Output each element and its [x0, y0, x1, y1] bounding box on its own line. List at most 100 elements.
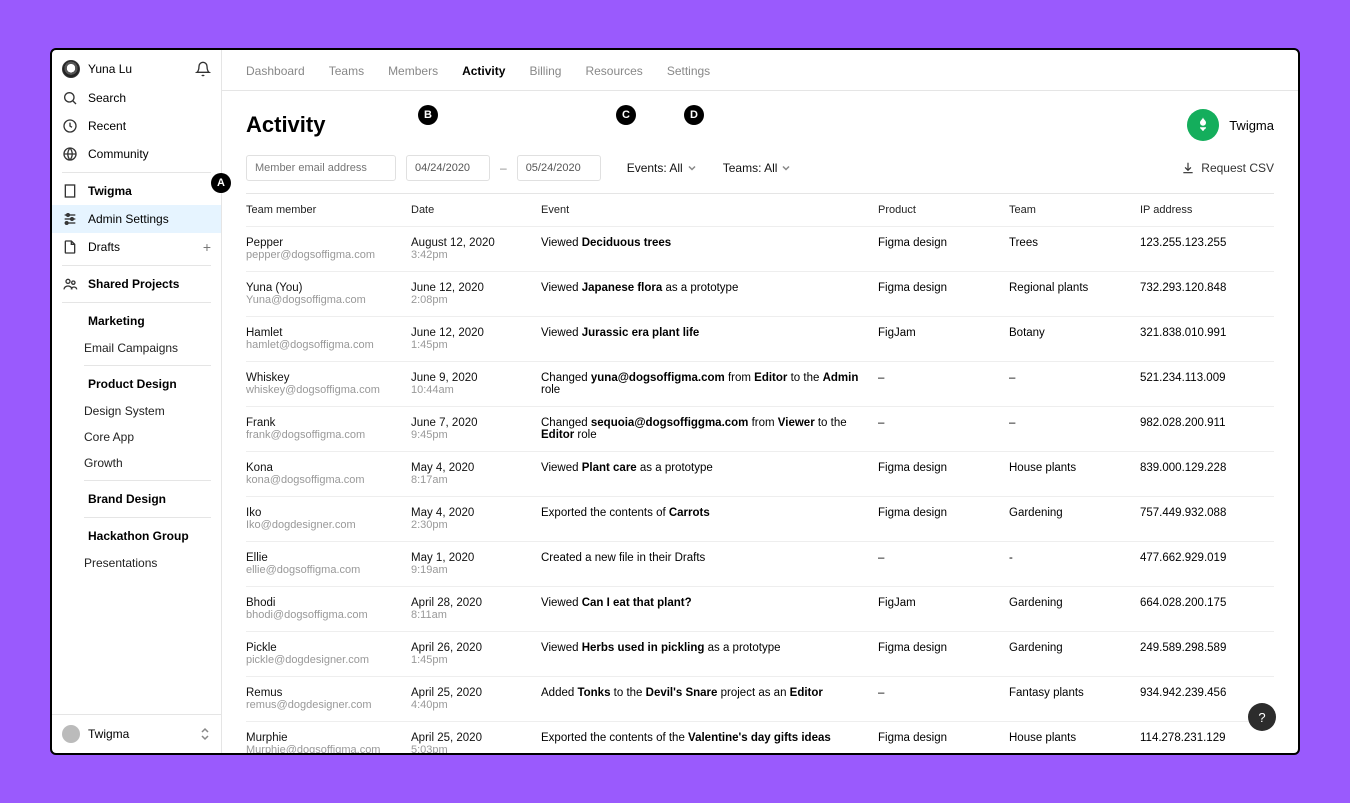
team-label: Product Design: [88, 377, 177, 391]
row-time: 10:44am: [411, 384, 541, 396]
tab-activity[interactable]: Activity: [462, 64, 505, 78]
row-member-name: Ellie: [246, 552, 411, 564]
sidebar-label: Recent: [88, 119, 126, 133]
sidebar: Yuna Lu Search Recent Community Twigma A…: [52, 50, 222, 753]
row-member-email: whiskey@dogsoffigma.com: [246, 384, 411, 396]
sidebar-team-marketing[interactable]: Marketing: [52, 307, 221, 335]
row-product: –: [878, 687, 1009, 699]
teams-filter[interactable]: Teams: All: [723, 161, 792, 175]
row-event: Viewed Deciduous trees: [541, 237, 878, 249]
table-row[interactable]: Ellieellie@dogsoffigma.comMay 1, 20209:1…: [246, 542, 1274, 587]
sidebar-org-switcher[interactable]: Twigma: [52, 714, 221, 753]
table-row[interactable]: IkoIko@dogdesigner.comMay 4, 20202:30pmE…: [246, 497, 1274, 542]
sidebar-user[interactable]: Yuna Lu: [52, 50, 221, 84]
sidebar-team-hackathon-group[interactable]: Hackathon Group: [52, 522, 221, 550]
request-csv-button[interactable]: Request CSV: [1181, 161, 1274, 175]
sidebar-project-growth[interactable]: Growth: [52, 450, 221, 476]
col-team: Team: [1009, 204, 1140, 216]
sidebar-project-email-campaigns[interactable]: Email Campaigns: [52, 335, 221, 361]
clock-icon: [62, 118, 78, 134]
col-event: Event: [541, 204, 878, 216]
row-ip: 732.293.120.848: [1140, 282, 1270, 294]
tab-billing[interactable]: Billing: [529, 64, 561, 78]
row-member-email: remus@dogdesigner.com: [246, 699, 411, 711]
sidebar-team-brand-design[interactable]: Brand Design: [52, 485, 221, 513]
date-range-dash: –: [500, 161, 507, 175]
sidebar-label: Community: [88, 147, 149, 161]
row-team: Gardening: [1009, 507, 1140, 519]
row-member-email: pepper@dogsoffigma.com: [246, 249, 411, 261]
sidebar-project-presentations[interactable]: Presentations: [52, 550, 221, 576]
row-ip: 477.662.929.019: [1140, 552, 1270, 564]
row-time: 9:45pm: [411, 429, 541, 441]
row-time: 5:03pm: [411, 744, 541, 753]
tab-settings[interactable]: Settings: [667, 64, 710, 78]
row-time: 1:45pm: [411, 339, 541, 351]
row-team: –: [1009, 372, 1140, 384]
sidebar-item-admin-settings[interactable]: Admin Settings: [52, 205, 221, 233]
row-product: –: [878, 417, 1009, 429]
row-date: May 4, 2020: [411, 462, 541, 474]
row-product: –: [878, 552, 1009, 564]
row-date: May 4, 2020: [411, 507, 541, 519]
table-row[interactable]: Picklepickle@dogdesigner.comApril 26, 20…: [246, 632, 1274, 677]
row-member-name: Pepper: [246, 237, 411, 249]
date-from-input[interactable]: [406, 155, 490, 181]
row-product: FigJam: [878, 327, 1009, 339]
row-member-email: frank@dogsoffigma.com: [246, 429, 411, 441]
org-avatar-icon: [62, 725, 80, 743]
help-button[interactable]: ?: [1248, 703, 1276, 731]
sidebar-item-drafts[interactable]: Drafts +: [52, 233, 221, 261]
sidebar-item-recent[interactable]: Recent: [52, 112, 221, 140]
tab-teams[interactable]: Teams: [329, 64, 364, 78]
row-member-name: Murphie: [246, 732, 411, 744]
row-event: Exported the contents of the Valentine's…: [541, 732, 878, 744]
notifications-icon[interactable]: [195, 61, 211, 77]
sidebar-project-core-app[interactable]: Core App: [52, 424, 221, 450]
row-product: Figma design: [878, 237, 1009, 249]
sidebar-item-twigma[interactable]: Twigma: [52, 177, 221, 205]
row-member-email: Murphie@dogsoffigma.com: [246, 744, 411, 753]
add-draft-button[interactable]: +: [203, 239, 211, 255]
row-team: House plants: [1009, 732, 1140, 744]
row-time: 2:30pm: [411, 519, 541, 531]
org-badge[interactable]: Twigma: [1187, 109, 1274, 141]
chevron-up-down-icon: [199, 727, 211, 741]
row-team: House plants: [1009, 462, 1140, 474]
team-label: Hackathon Group: [88, 529, 189, 543]
row-member-name: Iko: [246, 507, 411, 519]
table-row[interactable]: MurphieMurphie@dogsoffigma.comApril 25, …: [246, 722, 1274, 753]
row-member-name: Frank: [246, 417, 411, 429]
events-filter[interactable]: Events: All: [627, 161, 697, 175]
tab-members[interactable]: Members: [388, 64, 438, 78]
tab-dashboard[interactable]: Dashboard: [246, 64, 305, 78]
row-team: –: [1009, 417, 1140, 429]
row-event: Added Tonks to the Devil's Snare project…: [541, 687, 878, 699]
sidebar-item-shared-projects[interactable]: Shared Projects: [52, 270, 221, 298]
row-event: Viewed Jurassic era plant life: [541, 327, 878, 339]
row-time: 9:19am: [411, 564, 541, 576]
member-email-input[interactable]: [246, 155, 396, 181]
sidebar-item-search[interactable]: Search: [52, 84, 221, 112]
col-member: Team member: [246, 204, 411, 216]
row-member-name: Kona: [246, 462, 411, 474]
row-time: 4:40pm: [411, 699, 541, 711]
table-row[interactable]: Hamlethamlet@dogsoffigma.comJune 12, 202…: [246, 317, 1274, 362]
table-row[interactable]: Remusremus@dogdesigner.comApril 25, 2020…: [246, 677, 1274, 722]
row-product: –: [878, 372, 1009, 384]
row-member-name: Bhodi: [246, 597, 411, 609]
row-member-name: Pickle: [246, 642, 411, 654]
table-row[interactable]: Bhodibhodi@dogsoffigma.comApril 28, 2020…: [246, 587, 1274, 632]
tab-resources[interactable]: Resources: [585, 64, 642, 78]
table-row[interactable]: Frankfrank@dogsoffigma.comJune 7, 20209:…: [246, 407, 1274, 452]
row-time: 8:11am: [411, 609, 541, 621]
sidebar-item-community[interactable]: Community: [52, 140, 221, 168]
date-to-input[interactable]: [517, 155, 601, 181]
table-row[interactable]: Yuna (You)Yuna@dogsoffigma.comJune 12, 2…: [246, 272, 1274, 317]
sidebar-team-product-design[interactable]: Product Design: [52, 370, 221, 398]
table-row[interactable]: Konakona@dogsoffigma.comMay 4, 20208:17a…: [246, 452, 1274, 497]
org-name: Twigma: [1229, 118, 1274, 133]
sidebar-project-design-system[interactable]: Design System: [52, 398, 221, 424]
table-row[interactable]: Pepperpepper@dogsoffigma.comAugust 12, 2…: [246, 227, 1274, 272]
table-row[interactable]: Whiskeywhiskey@dogsoffigma.comJune 9, 20…: [246, 362, 1274, 407]
